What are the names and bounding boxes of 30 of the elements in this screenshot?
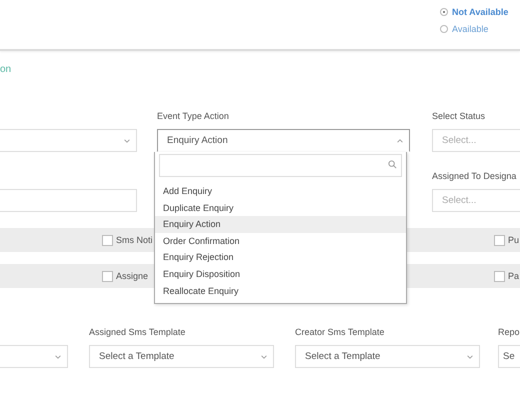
dropdown-option[interactable]: Order Confirmation [155,232,406,250]
select-field[interactable]: Select a Template [295,345,480,368]
radio-label[interactable]: Not Available [452,7,508,17]
checkbox-label[interactable]: Assigne [116,271,148,281]
dropdown-option[interactable]: Reallocate Enquiry [155,282,406,300]
radio-button[interactable] [440,8,448,16]
checkbox-label[interactable]: Pu [508,235,520,245]
checkbox-label[interactable]: Sms Noti [116,235,153,245]
search-icon [388,160,397,169]
dropdown-option[interactable]: Enquiry Rejection [155,249,406,266]
checkbox[interactable] [494,234,505,246]
field-label: Repo [498,327,520,339]
dropdown-option[interactable]: Add Enquiry [155,183,406,200]
radio-button[interactable] [440,25,448,33]
search-field[interactable] [159,154,402,177]
select-field[interactable]: Select a Template [89,345,274,368]
dropdown-option[interactable]: Enquiry Disposition [155,266,406,283]
checkbox-label[interactable]: Pa [508,271,520,281]
field-label: Event Type Action [157,111,230,123]
dropdown-option[interactable]: Enquiry Action [155,216,406,233]
select-field[interactable]: Se [498,345,520,368]
checkbox[interactable] [102,234,113,246]
dropdown-option[interactable]: Duplicate Enquiry [155,200,406,216]
checkbox[interactable] [102,270,113,282]
field-label: Creator Sms Template [295,327,386,339]
field-label: Assigned To Designa [432,171,518,183]
field-label: Select Status [432,111,486,123]
field-label: Assigned Sms Template [89,327,186,339]
section-title: on [0,64,12,77]
checkbox[interactable] [494,270,505,282]
